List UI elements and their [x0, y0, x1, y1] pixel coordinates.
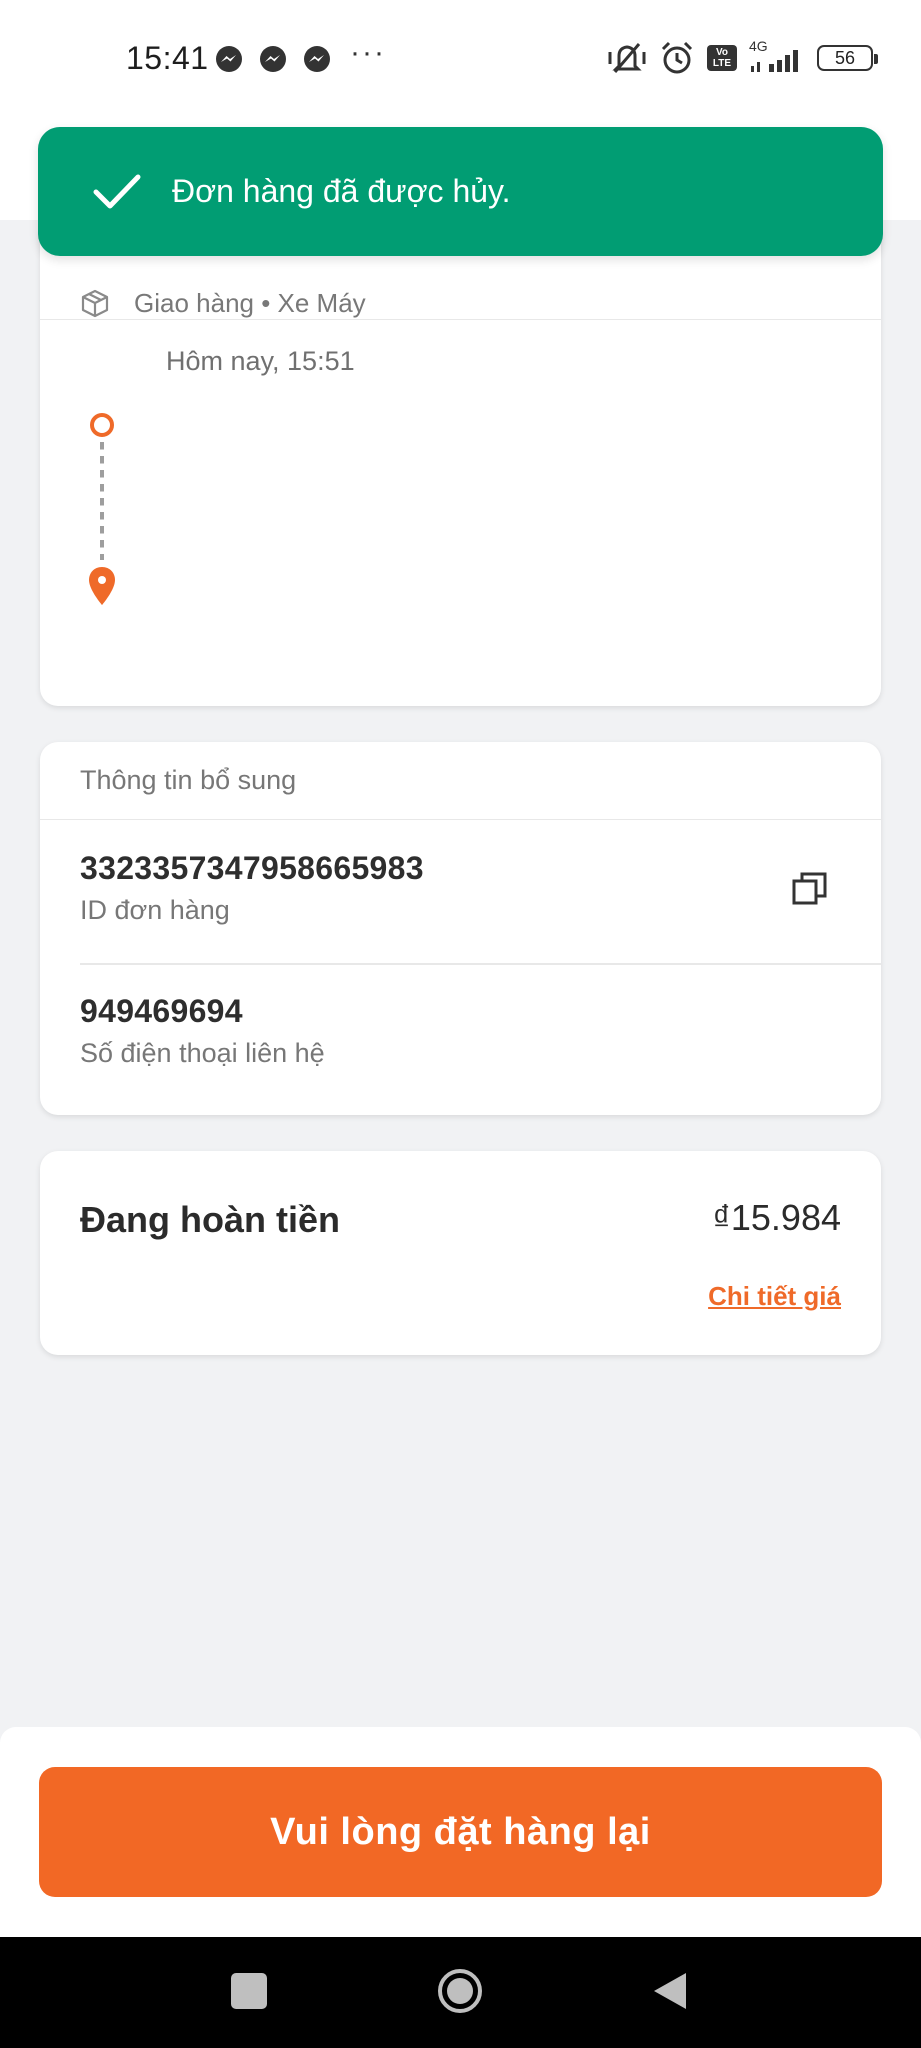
- phone-label: Số điện thoại liên hệ: [80, 1038, 325, 1068]
- messenger-icon: [304, 46, 330, 72]
- system-nav-bar: [0, 1937, 921, 2048]
- pickup-point-icon: [90, 413, 114, 437]
- back-button[interactable]: [652, 1971, 688, 2011]
- refund-status: Đang hoàn tiền: [80, 1199, 340, 1240]
- messenger-icon: [260, 46, 286, 72]
- volte-icon: Vo LTE: [707, 45, 737, 71]
- status-time: 15:41: [126, 40, 209, 76]
- reorder-button[interactable]: Vui lòng đặt hàng lại: [39, 1767, 882, 1897]
- bottom-action-panel: Vui lòng đặt hàng lại: [0, 1727, 921, 1937]
- notification-icons: [214, 44, 332, 74]
- messenger-icon: [216, 46, 242, 72]
- battery-level: 56: [834, 47, 856, 68]
- order-cancelled-toast: Đơn hàng đã được hủy.: [38, 127, 883, 256]
- more-notifications-indicator: ···: [350, 36, 386, 69]
- destination-pin-icon: [89, 567, 115, 605]
- delivery-type: Giao hàng • Xe Máy: [134, 288, 366, 318]
- toast-message: Đơn hàng đã được hủy.: [172, 173, 511, 209]
- additional-info-card: Thông tin bổ sung 3323357347958665983 ID…: [40, 742, 881, 1115]
- battery-indicator: 56: [817, 45, 878, 71]
- route-card: Giao hàng • Xe Máy Hôm nay, 15:51: [40, 230, 881, 706]
- vibrate-mute-icon: [608, 43, 646, 73]
- recent-apps-button[interactable]: [231, 1973, 267, 2009]
- order-id-label: ID đơn hàng: [80, 895, 230, 925]
- info-header: Thông tin bổ sung: [40, 742, 881, 820]
- price-detail-link[interactable]: Chi tiết giá: [708, 1281, 841, 1312]
- route-time: Hôm nay, 15:51: [166, 346, 355, 376]
- alarm-icon: [661, 41, 693, 74]
- copy-icon[interactable]: [791, 870, 829, 908]
- route-line: [100, 442, 104, 560]
- package-icon: [81, 289, 109, 318]
- refund-card: Đang hoàn tiền ₫15.984 Chi tiết giá: [40, 1151, 881, 1355]
- checkmark-icon: [93, 174, 141, 208]
- order-id-value: 3323357347958665983: [80, 850, 424, 886]
- home-button[interactable]: [436, 1967, 484, 2015]
- delivery-type-row: Giao hàng • Xe Máy: [40, 250, 881, 320]
- system-icons: Vo LTE 4G 56: [607, 38, 878, 76]
- phone-row: 949469694 Số điện thoại liên hệ: [40, 963, 881, 1106]
- phone-value: 949469694: [80, 993, 243, 1029]
- signal-icon: [751, 50, 798, 72]
- refund-amount: ₫15.984: [712, 1197, 841, 1238]
- order-id-row: 3323357347958665983 ID đơn hàng: [40, 820, 881, 963]
- network-signal: 4G: [749, 38, 805, 74]
